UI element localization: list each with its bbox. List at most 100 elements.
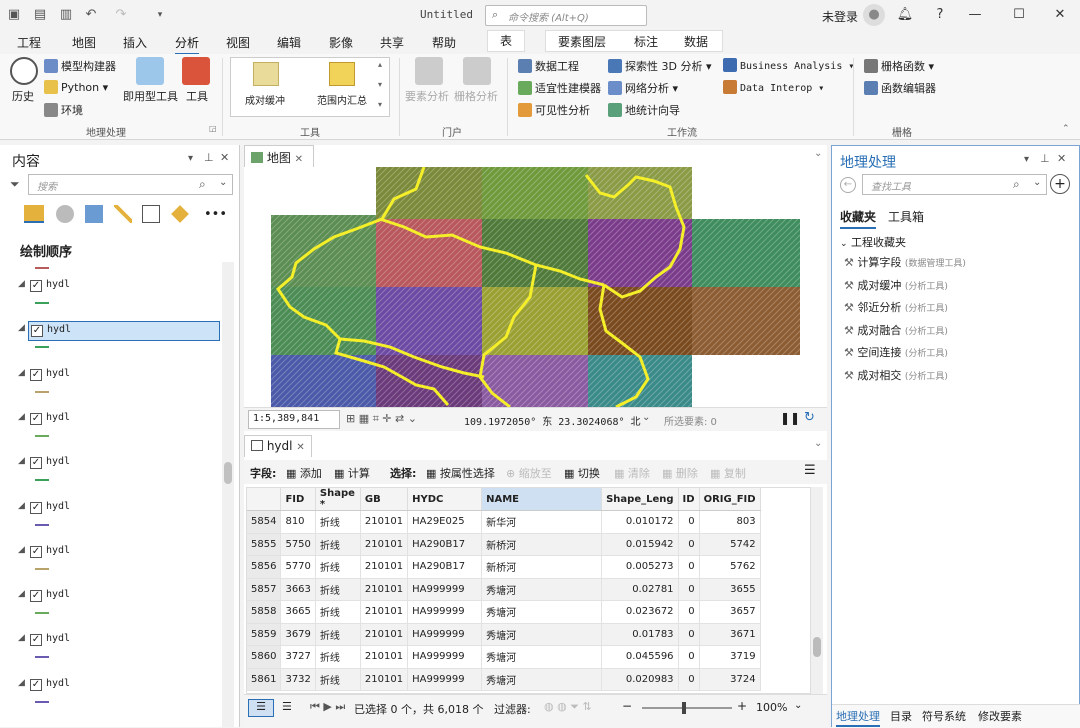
- undo-icon[interactable]: ↶: [83, 7, 99, 23]
- exploratory-3d-button[interactable]: 探索性 3D 分析 ▾: [608, 58, 712, 74]
- scrollbar[interactable]: [222, 262, 234, 727]
- table-cell[interactable]: HA999999: [407, 623, 483, 646]
- show-selected-icon[interactable]: ☰: [282, 700, 292, 713]
- table-row[interactable]: 5854 810 折线 210101 HA29E025 新华河 0.010172 0 803: [247, 510, 761, 534]
- visibility-checkbox[interactable]: ✓: [31, 325, 43, 338]
- table-cell[interactable]: 0.005273: [601, 555, 679, 579]
- table-cell[interactable]: 0.01783: [601, 623, 679, 646]
- data-engineering-button[interactable]: 数据工程: [518, 58, 579, 74]
- close-tab-icon[interactable]: ✕: [295, 154, 303, 165]
- favorite-tool-item[interactable]: ⚒ 成对缓冲 (分析工具): [844, 277, 948, 293]
- table-cell[interactable]: 0.020983: [601, 668, 679, 691]
- tab-map[interactable]: 地图: [72, 34, 96, 51]
- close-pane-icon[interactable]: ✕: [220, 151, 229, 164]
- expand-arrow-icon[interactable]: ◢: [18, 412, 25, 422]
- tab-table-view[interactable]: hydl ✕: [244, 435, 312, 457]
- table-cell[interactable]: 210101: [360, 533, 409, 556]
- chevron-down-icon[interactable]: ⌄: [1033, 177, 1041, 188]
- gallery-pairwise-buffer[interactable]: 成对缓冲: [245, 92, 285, 107]
- table-cell[interactable]: HA999999: [407, 668, 483, 691]
- python-button[interactable]: Python ▾: [44, 80, 108, 94]
- tab-project[interactable]: 工程: [17, 34, 41, 51]
- table-cell[interactable]: HA999999: [407, 578, 483, 601]
- table-cell[interactable]: 3663: [280, 578, 316, 601]
- visibility-checkbox[interactable]: ✓: [30, 634, 42, 647]
- table-cell[interactable]: HA290B17: [407, 533, 483, 556]
- map-canvas[interactable]: [244, 167, 827, 407]
- table-cell[interactable]: 新华河: [481, 510, 603, 534]
- table-cell[interactable]: 5858: [247, 600, 282, 624]
- table-menu-icon[interactable]: ☰: [804, 463, 816, 478]
- tab-symbology[interactable]: 符号系统: [922, 708, 966, 724]
- table-cell[interactable]: 803: [699, 510, 761, 534]
- table-cell[interactable]: 0: [678, 578, 700, 601]
- tab-table[interactable]: 表: [487, 30, 525, 52]
- table-cell[interactable]: 折线: [315, 623, 361, 646]
- scale-selector[interactable]: 1:5,389,841: [248, 410, 340, 429]
- table-cell[interactable]: HA999999: [407, 645, 483, 669]
- gallery-summarize-within[interactable]: 范围内汇总: [317, 92, 367, 107]
- layer-item-hydl[interactable]: ◢ ✓ hydl: [18, 366, 218, 386]
- table-cell[interactable]: 3665: [280, 600, 316, 624]
- gallery-scroll-up-icon[interactable]: ▴: [378, 60, 382, 69]
- table-cell[interactable]: 秀塘河: [481, 623, 603, 646]
- tab-data[interactable]: 数据: [684, 33, 708, 50]
- table-cell[interactable]: 210101: [360, 600, 409, 624]
- table-row[interactable]: 5857 3663 折线 210101 HA999999 秀塘河 0.02781 0 3655: [247, 578, 761, 601]
- tab-map-view[interactable]: 地图 ✕: [244, 145, 314, 167]
- expand-arrow-icon[interactable]: ◢: [18, 678, 25, 688]
- column-header[interactable]: [247, 488, 282, 511]
- expand-arrow-icon[interactable]: ◢: [18, 589, 25, 599]
- column-header[interactable]: NAME: [481, 488, 603, 511]
- layer-item-hydl[interactable]: ◢ ✓ hydl: [18, 543, 218, 563]
- nav-records-icons[interactable]: ⏮ ▶ ⏭: [310, 700, 345, 714]
- column-header[interactable]: ORIG_FID: [699, 488, 761, 511]
- chevron-down-icon[interactable]: ⌄: [642, 412, 650, 423]
- table-cell[interactable]: 210101: [360, 578, 409, 601]
- visibility-button[interactable]: 可见性分析: [518, 102, 590, 118]
- clear-selection-button[interactable]: ▦ 清除: [614, 465, 650, 481]
- chevron-down-icon[interactable]: ⌄: [814, 438, 822, 449]
- network-analysis-button[interactable]: 网络分析 ▾: [608, 80, 678, 96]
- expand-arrow-icon[interactable]: ◢: [18, 545, 25, 555]
- table-cell[interactable]: 秀塘河: [481, 668, 603, 691]
- gallery-scroll-down-icon[interactable]: ▾: [378, 80, 382, 89]
- show-all-records-icon[interactable]: ☰: [248, 699, 274, 717]
- tab-insert[interactable]: 插入: [123, 34, 147, 51]
- table-cell[interactable]: 0: [678, 510, 700, 534]
- table-cell[interactable]: 0.015942: [601, 533, 679, 556]
- table-cell[interactable]: 秀塘河: [481, 600, 603, 624]
- add-icon[interactable]: +: [1050, 174, 1070, 194]
- table-cell[interactable]: 210101: [360, 645, 409, 669]
- table-cell[interactable]: 折线: [315, 645, 361, 669]
- contents-search-input[interactable]: 搜索 ⌕ ⌄: [28, 174, 233, 195]
- refresh-icon[interactable]: ↻: [804, 410, 815, 425]
- visibility-checkbox[interactable]: ✓: [30, 501, 42, 514]
- visibility-checkbox[interactable]: ✓: [30, 545, 42, 558]
- layer-item-hydl[interactable]: ◢ ✓ hydl: [18, 587, 218, 607]
- scrollbar-thumb[interactable]: [813, 637, 821, 657]
- table-row[interactable]: 5860 3727 折线 210101 HA999999 秀塘河 0.045596 0 3719: [247, 645, 761, 669]
- column-header[interactable]: GB: [360, 488, 409, 511]
- table-cell[interactable]: 5762: [699, 555, 761, 579]
- list-by-drawing-order-icon[interactable]: [24, 205, 44, 223]
- expand-arrow-icon[interactable]: ◢: [18, 279, 25, 289]
- tab-share[interactable]: 共享: [380, 34, 404, 51]
- business-analysis-button[interactable]: Business Analysis ▾: [723, 58, 854, 72]
- favorites-group[interactable]: ⌄ 工程收藏夹: [840, 234, 906, 250]
- table-cell[interactable]: 5860: [247, 645, 282, 669]
- zoom-in-icon[interactable]: +: [737, 699, 747, 713]
- table-cell[interactable]: 折线: [315, 555, 361, 579]
- tab-modify-features[interactable]: 修改要素: [978, 708, 1022, 724]
- table-cell[interactable]: 5855: [247, 533, 282, 556]
- column-header[interactable]: ID: [678, 488, 700, 511]
- function-editor-button[interactable]: 函数编辑器: [864, 80, 936, 96]
- table-cell[interactable]: 5770: [280, 555, 316, 579]
- tab-help[interactable]: 帮助: [432, 34, 456, 51]
- raster-analysis-button[interactable]: 栅格分析: [454, 88, 498, 104]
- environments-button[interactable]: 环境: [44, 102, 83, 118]
- filter-icon[interactable]: ⏷: [10, 177, 20, 192]
- visibility-checkbox[interactable]: ✓: [30, 457, 42, 470]
- favorite-tool-item[interactable]: ⚒ 空间连接 (分析工具): [844, 344, 948, 360]
- layer-item-hydl[interactable]: ◢ ✓ hydl: [18, 277, 218, 297]
